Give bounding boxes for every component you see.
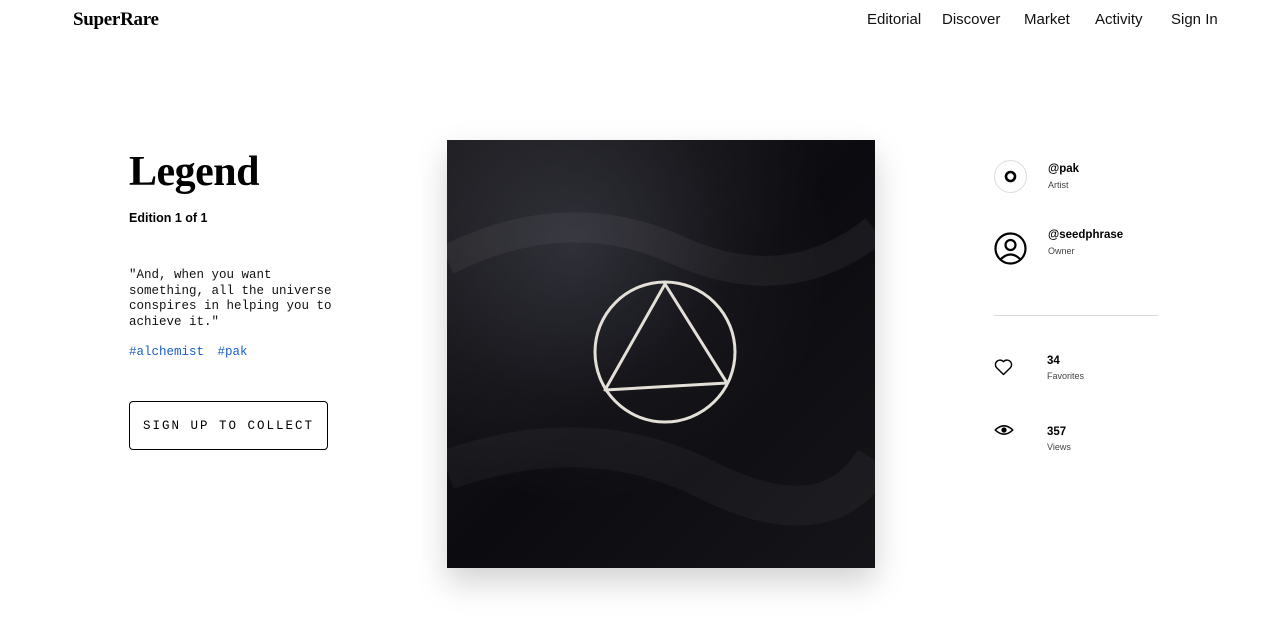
tag-alchemist[interactable]: #alchemist: [129, 345, 204, 359]
artwork-description: "And, when you want something, all the u…: [129, 268, 332, 329]
views-label: Views: [1047, 442, 1071, 452]
nav-market[interactable]: Market: [1024, 11, 1070, 28]
views-count: 357: [1047, 426, 1067, 438]
artist-role: Artist: [1048, 180, 1069, 190]
artwork-image[interactable]: [447, 140, 875, 568]
nav-discover[interactable]: Discover: [942, 11, 1000, 28]
nav-activity[interactable]: Activity: [1095, 11, 1143, 28]
nav-sign-in[interactable]: Sign In: [1171, 11, 1218, 28]
eye-icon: [994, 425, 1014, 435]
owner-handle[interactable]: @seedphrase: [1048, 229, 1123, 241]
owner-role: Owner: [1048, 246, 1075, 256]
artwork-svg: [447, 140, 875, 568]
favorites-label: Favorites: [1047, 371, 1085, 381]
artist-avatar[interactable]: [994, 160, 1027, 193]
superrare-logo[interactable]: SuperRare: [73, 9, 159, 31]
artist-handle[interactable]: @pak: [1048, 163, 1079, 175]
tag-list: #alchemist #pak: [129, 345, 254, 359]
favorites-count: 34: [1047, 355, 1060, 367]
heart-icon[interactable]: [994, 358, 1013, 376]
section-divider: [994, 315, 1158, 316]
sign-up-to-collect-button[interactable]: SIGN UP TO COLLECT: [129, 401, 328, 450]
edition-label: Edition 1 of 1: [129, 211, 208, 225]
nav-editorial[interactable]: Editorial: [867, 11, 921, 28]
tag-pak[interactable]: #pak: [218, 345, 248, 359]
artwork-title: Legend: [129, 149, 260, 195]
owner-avatar[interactable]: [994, 232, 1027, 265]
